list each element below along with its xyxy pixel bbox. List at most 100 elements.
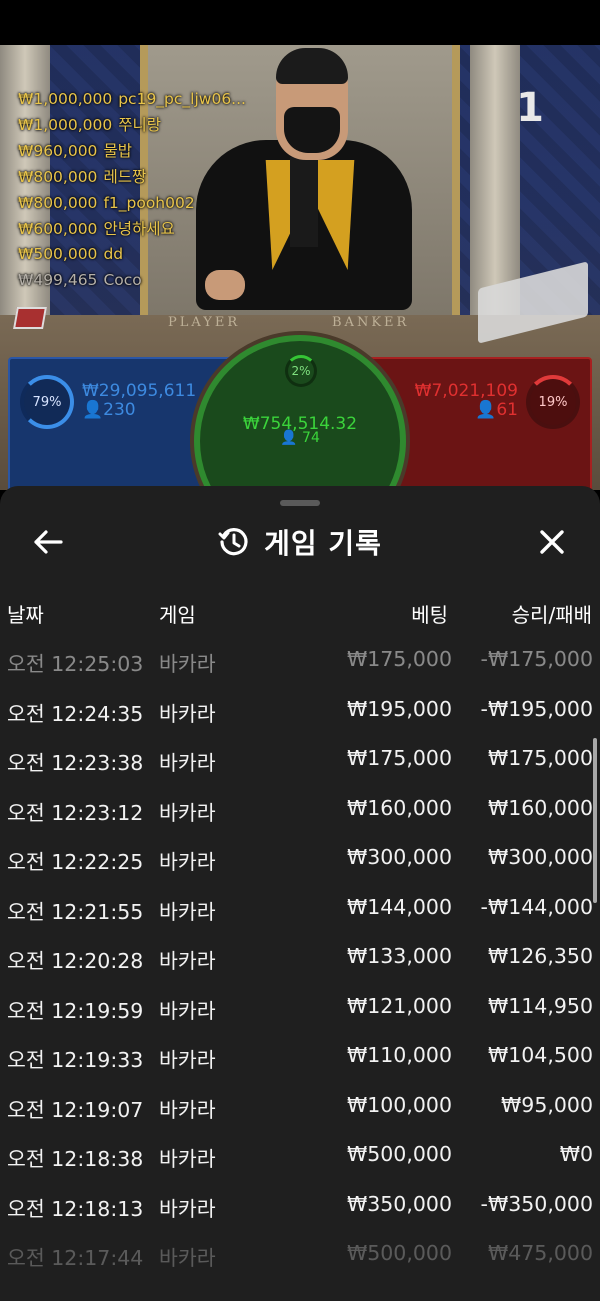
history-result: -₩350,000 <box>480 1191 593 1216</box>
history-result: -₩195,000 <box>480 696 593 721</box>
player-percent: 79% <box>32 394 62 410</box>
history-date: 오전 12:20:28 <box>7 949 144 973</box>
person-icon: 👤 <box>82 400 104 420</box>
history-date: 오전 12:19:07 <box>7 1097 144 1122</box>
history-bet: ₩500,000 <box>346 1241 452 1265</box>
history-game: 바카라 <box>159 998 216 1023</box>
history-row[interactable]: 오전 12:17:44 바카라 ₩500,000 ₩475,000 <box>0 1228 600 1278</box>
history-row[interactable]: 오전 12:23:12 바카라 ₩160,000 ₩160,000 <box>0 783 600 833</box>
history-bet: ₩300,000 <box>346 845 452 869</box>
leaderboard-amount: ₩1,000,000 <box>18 90 113 108</box>
history-bet: ₩160,000 <box>346 795 452 820</box>
history-date: 오전 12:25:03 <box>7 652 144 676</box>
leaderboard-row: ₩500,000 dd <box>18 242 246 268</box>
history-result: -₩175,000 <box>480 647 593 671</box>
history-game: 바카라 <box>159 652 216 676</box>
sheet-header: 게임 기록 <box>0 516 600 566</box>
history-row[interactable]: 오전 12:22:25 바카라 ₩300,000 ₩300,000 <box>0 832 600 882</box>
banker-percent: 19% <box>538 394 568 410</box>
history-bet: ₩110,000 <box>346 1043 452 1067</box>
history-date: 오전 12:21:55 <box>7 899 144 924</box>
history-row[interactable]: 오전 12:18:38 바카라 ₩500,000 ₩0 <box>0 1129 600 1179</box>
leaderboard-name: 안녕하세요 <box>103 219 175 238</box>
leaderboard-row: ₩499,465 Coco <box>18 268 246 294</box>
history-result: -₩144,000 <box>480 894 593 919</box>
history-bet: ₩100,000 <box>346 1092 452 1117</box>
history-bet: ₩175,000 <box>346 746 452 770</box>
history-game: 바카라 <box>159 800 216 825</box>
leaderboard-row: ₩800,000 f1_pooh002 <box>18 191 246 217</box>
leaderboard-amount: ₩1,000,000 <box>18 115 113 134</box>
history-row[interactable]: 오전 12:25:03 바카라 ₩175,000 -₩175,000 <box>0 634 600 684</box>
player-count-row: 👤230 <box>82 401 196 420</box>
history-date: 오전 12:23:12 <box>7 800 144 825</box>
history-result: ₩126,350 <box>487 944 593 968</box>
history-game: 바카라 <box>159 1196 216 1221</box>
close-button[interactable] <box>534 524 570 560</box>
person-icon: 👤 <box>475 400 497 420</box>
history-result: ₩175,000 <box>487 746 593 770</box>
history-row[interactable]: 오전 12:24:35 바카라 ₩195,000 -₩195,000 <box>0 684 600 734</box>
history-row[interactable]: 오전 12:19:33 바카라 ₩110,000 ₩104,500 <box>0 1030 600 1080</box>
banker-percent-ring: 19% <box>526 375 580 429</box>
history-game: 바카라 <box>159 949 216 973</box>
leaderboard-name: Coco <box>103 271 142 290</box>
history-bet: ₩350,000 <box>346 1191 452 1216</box>
history-row[interactable]: 오전 12:19:07 바카라 ₩100,000 ₩95,000 <box>0 1080 600 1130</box>
tie-percent-ring: 2% <box>285 355 317 387</box>
leaderboard-amount: ₩600,000 <box>18 219 98 238</box>
history-date: 오전 12:17:44 <box>7 1246 144 1270</box>
history-result: ₩475,000 <box>487 1241 593 1265</box>
banker-count-row: 👤61 <box>415 401 518 420</box>
history-result: ₩114,950 <box>487 993 593 1018</box>
history-row[interactable]: 오전 12:19:59 바카라 ₩121,000 ₩114,950 <box>0 981 600 1031</box>
history-bet: ₩500,000 <box>346 1142 452 1166</box>
tie-percent: 2% <box>291 364 311 378</box>
leaderboard-name: 물밥 <box>103 141 132 160</box>
history-game: 바카라 <box>159 1147 216 1171</box>
leaderboard-name: 쭈니랑 <box>118 115 161 134</box>
history-row[interactable]: 오전 12:20:28 바카라 ₩133,000 ₩126,350 <box>0 931 600 981</box>
leaderboard-amount: ₩960,000 <box>18 141 98 160</box>
column-header-game: 게임 <box>159 603 196 627</box>
history-game: 바카라 <box>159 1246 216 1270</box>
leaderboard-amount: ₩499,465 <box>18 271 98 290</box>
tie-count-row: 👤 74 <box>200 430 400 446</box>
leaderboard-amount: ₩800,000 <box>18 193 98 212</box>
history-bet: ₩175,000 <box>346 647 452 671</box>
scrollbar[interactable] <box>593 738 597 903</box>
app-root: PLAYER BANKER 1 ₩1,000,000 pc19_pc_ljw06.… <box>0 0 600 1301</box>
table-label-banker: BANKER <box>332 315 410 330</box>
person-icon: 👤 <box>280 430 298 446</box>
history-date: 오전 12:23:38 <box>7 751 144 775</box>
leaderboard-name: dd <box>103 245 124 264</box>
dealer-mask <box>284 107 340 153</box>
round-number: 1 <box>516 85 544 131</box>
history-game: 바카라 <box>159 701 216 726</box>
banker-count: 61 <box>496 400 518 420</box>
leaderboard-row: ₩960,000 물밥 <box>18 139 246 165</box>
history-bet: ₩195,000 <box>346 696 452 721</box>
dealer-shirt <box>290 157 318 247</box>
history-row[interactable]: 오전 12:18:13 바카라 ₩350,000 -₩350,000 <box>0 1179 600 1229</box>
history-result: ₩0 <box>559 1142 593 1166</box>
leaderboard-amount: ₩800,000 <box>18 167 98 186</box>
leaderboard-row: ₩1,000,000 쭈니랑 <box>18 113 246 139</box>
history-game: 바카라 <box>159 751 216 775</box>
sheet-drag-handle[interactable] <box>280 500 320 506</box>
sheet-title-group: 게임 기록 <box>0 522 600 562</box>
leaderboard-name: 레드짱 <box>103 167 147 186</box>
leaderboard-name: pc19_pc_ljw06... <box>118 90 246 108</box>
table-label-player: PLAYER <box>168 315 241 330</box>
history-clock-icon <box>218 528 248 556</box>
column-header-bet: 베팅 <box>411 603 448 627</box>
history-row[interactable]: 오전 12:23:38 바카라 ₩175,000 ₩175,000 <box>0 733 600 783</box>
history-list[interactable]: 오전 12:25:03 바카라 ₩175,000 -₩175,000 오전 12:24:… <box>0 634 600 1278</box>
history-date: 오전 12:22:25 <box>7 850 144 874</box>
player-amount: ₩29,095,611 <box>82 381 197 401</box>
history-bet: ₩121,000 <box>346 993 452 1018</box>
history-row[interactable]: 오전 12:21:55 바카라 ₩144,000 -₩144,000 <box>0 882 600 932</box>
history-game: 바카라 <box>159 899 216 924</box>
player-percent-ring: 79% <box>20 375 74 429</box>
column-header-date: 날짜 <box>7 603 44 627</box>
